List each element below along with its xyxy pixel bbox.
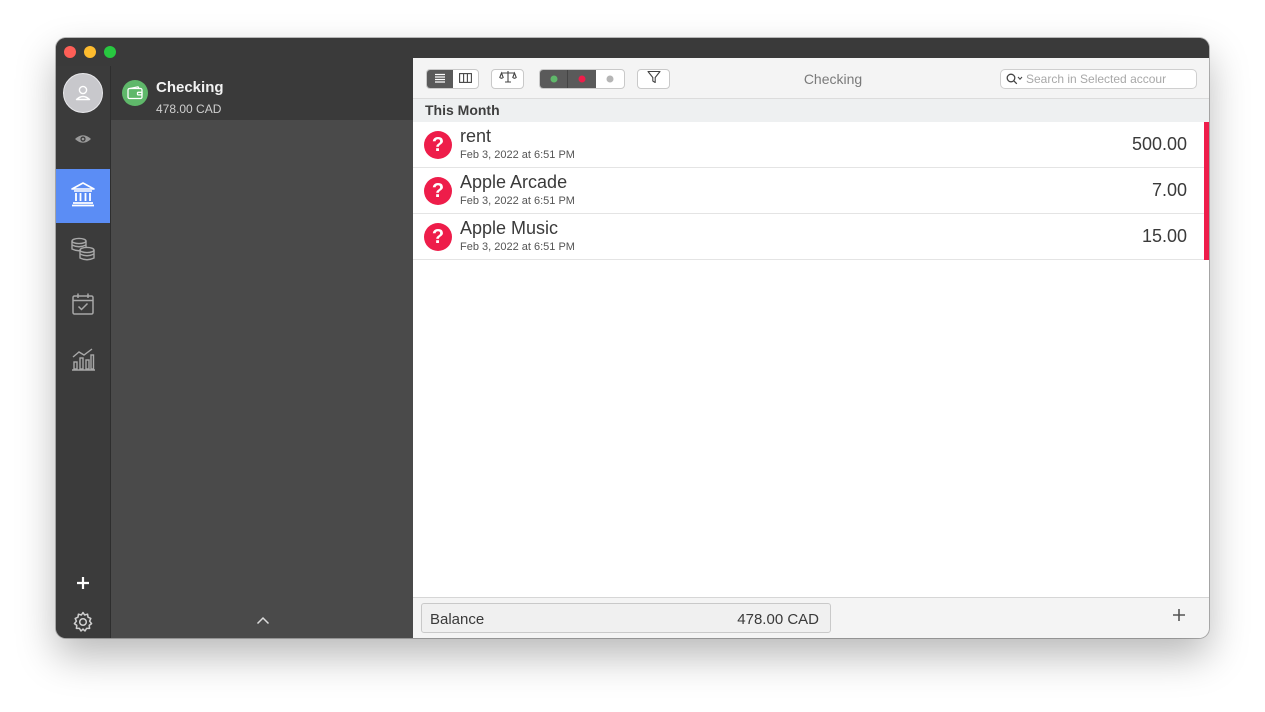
transaction-list: ? rent Feb 3, 2022 at 6:51 PM 500.00 ? A… [413,122,1209,260]
search-icon [1006,73,1023,85]
account-item-checking[interactable]: Checking 478.00 CAD [111,66,413,120]
minimize-window-button[interactable] [84,46,96,58]
balance-label: Balance [430,611,485,628]
transaction-amount: 7.00 [1151,180,1187,200]
uncleared-filter-button[interactable] [568,70,596,88]
search-field[interactable] [1000,69,1197,89]
transaction-amount: 15.00 [1141,226,1187,246]
balance-display[interactable]: Balance 478.00 CAD [421,603,831,633]
zoom-window-button[interactable] [104,46,116,58]
transaction-date: Feb 3, 2022 at 6:51 PM [460,195,575,207]
transaction-amount: 500.00 [1131,134,1187,154]
column-view-icon [459,70,472,88]
rail-item-reports[interactable] [56,334,110,388]
main-content: Checking This Month ? rent Feb 3, 2022 a… [413,58,1209,638]
window-title: Checking [803,71,863,87]
rail-item-watch[interactable] [56,114,110,168]
list-view-button[interactable] [427,70,453,88]
transaction-date: Feb 3, 2022 at 6:51 PM [460,241,575,253]
uncategorized-icon: ? [424,131,452,159]
footer-bar: Balance 478.00 CAD [413,597,1209,638]
rail-item-scheduled[interactable] [56,279,110,333]
rail-item-budgets[interactable] [56,224,110,278]
uncategorized-icon: ? [424,223,452,251]
gear-icon [71,610,95,639]
toolbar: Checking [413,58,1209,99]
rail-item-accounts[interactable] [56,169,110,223]
expense-indicator [1204,122,1209,168]
transaction-date: Feb 3, 2022 at 6:51 PM [460,149,575,161]
uncategorized-icon: ? [424,177,452,205]
add-account-button[interactable] [56,558,110,612]
user-avatar-icon [63,73,103,113]
section-header: This Month [413,99,1209,123]
all-filter-button[interactable] [596,70,624,88]
balance-value: 478.00 CAD [737,611,819,628]
funnel-icon [646,70,661,88]
accounts-panel: Checking 478.00 CAD [111,66,413,638]
search-input[interactable] [1026,72,1196,86]
add-transaction-button[interactable] [1169,607,1189,627]
gray-dot-icon [606,70,614,88]
section-title: This Month [425,102,500,118]
chevron-up-icon [256,612,270,630]
view-mode-segment [426,69,479,89]
settings-button[interactable] [56,610,110,638]
column-view-button[interactable] [453,70,478,88]
eye-icon [74,132,92,150]
expense-indicator [1204,214,1209,260]
expense-indicator [1204,168,1209,214]
collapse-panel-button[interactable] [255,614,271,628]
scales-icon [498,70,517,88]
red-dot-icon [578,70,586,88]
wallet-icon [122,80,148,106]
plus-icon [76,576,90,595]
green-dot-icon [550,70,558,88]
bank-icon [70,181,96,212]
cleared-filter-button[interactable] [540,70,568,88]
transaction-name: rent [460,126,492,146]
transaction-name: Apple Arcade [460,172,568,192]
app-window: Checking 478.00 CAD Checking Search in S… [56,38,1209,638]
account-balance: 478.00 CAD [156,102,222,116]
transaction-row[interactable]: ? Apple Music Feb 3, 2022 at 6:51 PM 15.… [413,214,1209,260]
calendar-check-icon [70,291,96,322]
icon-rail [56,66,111,638]
plus-icon [1172,608,1186,627]
transaction-row[interactable]: ? Apple Arcade Feb 3, 2022 at 6:51 PM 7.… [413,168,1209,214]
list-view-icon [434,70,446,88]
filter-button[interactable] [637,69,670,89]
transaction-row[interactable]: ? rent Feb 3, 2022 at 6:51 PM 500.00 [413,122,1209,168]
profile-button[interactable] [56,66,110,120]
status-filter-segment [539,69,625,89]
transaction-name: Apple Music [460,218,559,238]
coins-icon [70,236,96,267]
chart-icon [70,346,96,377]
close-window-button[interactable] [64,46,76,58]
account-name: Checking [156,79,224,96]
reconcile-button[interactable] [491,69,524,89]
